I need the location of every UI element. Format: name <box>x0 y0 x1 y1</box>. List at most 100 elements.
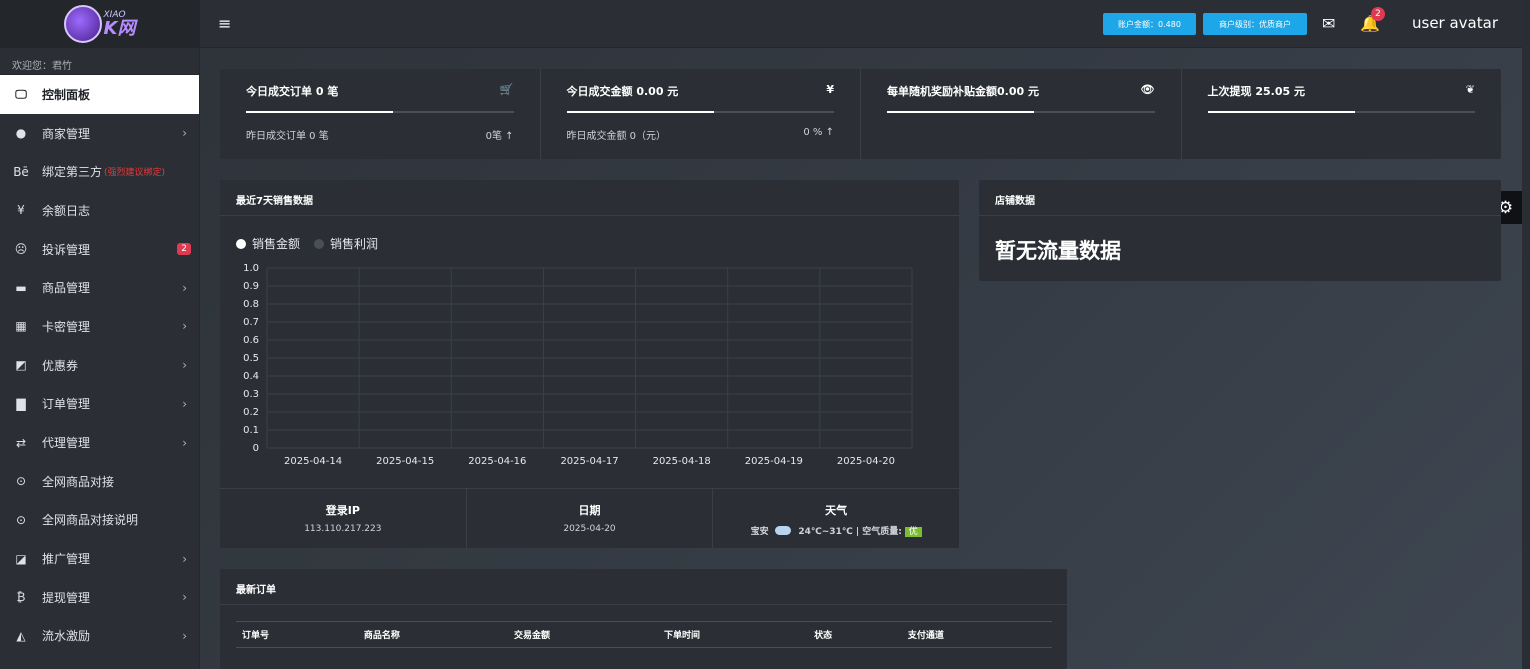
user-circle-icon: ● <box>15 126 27 141</box>
legend-item-sales-profit[interactable]: 销售利润 <box>314 235 378 252</box>
user-avatar[interactable]: user avatar <box>1412 14 1498 32</box>
sidebar-item-label: 全网商品对接说明 <box>42 513 139 528</box>
store-panel-title: 店铺数据 <box>979 180 1501 216</box>
envelope-icon[interactable]: ✉ <box>1322 14 1335 33</box>
chevron-right-icon: › <box>182 435 187 450</box>
orders-panel-title: 最新订单 <box>220 569 1067 605</box>
chevron-right-icon: › <box>182 590 187 605</box>
dot-circle-icon: ⊙ <box>15 474 27 489</box>
stat-progress-bar <box>1207 111 1475 113</box>
sidebar-item-9[interactable]: ⇄ 代理管理 › <box>0 423 199 462</box>
dot-circle-icon: ⊙ <box>15 512 27 527</box>
sidebar-item-label: 订单管理 <box>42 397 91 412</box>
column-header: 支付通道 <box>901 621 1052 648</box>
account-balance-button[interactable]: 账户金额：0.480 <box>1103 13 1196 35</box>
stat-title: 上次提现 25.05 元 <box>1207 85 1305 98</box>
sidebar-item-label: 绑定第三方 <box>42 165 103 180</box>
chevron-right-icon: › <box>182 628 187 643</box>
chevron-right-icon: › <box>182 280 187 295</box>
bar-chart-icon: ▇ <box>16 396 26 411</box>
stat-card-1: 今日成交金额 0.00 元 ¥ 昨日成交金额 0（元） 0 % ↑ <box>541 69 861 159</box>
x-tick-label: 2025-04-16 <box>468 456 526 467</box>
stats-row: 今日成交订单 0 笔 🛒 昨日成交订单 0 笔 0笔 ↑ 今日成交金额 0.00 元 ¥ 昨… <box>220 69 1501 159</box>
column-header: 状态 <box>808 621 902 648</box>
chevron-right-icon: › <box>182 319 187 334</box>
sidebar-item-10[interactable]: ⊙ 全网商品对接 <box>0 462 199 501</box>
logo[interactable]: XIAO K网 <box>0 0 199 48</box>
merchant-level-button[interactable]: 商户级别：优质商户 <box>1203 13 1307 35</box>
sidebar-menu: 🖵 控制面板 ● 商家管理 › Bē 绑定第三方 (强烈建议绑定) ¥ 余额日志 ☹ 投诉管理 2 ▬ 商品… <box>0 75 199 655</box>
shopping-bag-icon: ▬ <box>15 280 27 295</box>
sidebar-item-11[interactable]: ⊙ 全网商品对接说明 <box>0 501 199 540</box>
stat-title: 今日成交订单 0 笔 <box>246 85 339 98</box>
bitcoin-icon: ₿ <box>16 590 26 605</box>
sidebar-item-0[interactable]: 🖵 控制面板 <box>0 75 199 114</box>
grid-icon: ▦ <box>15 319 27 334</box>
sidebar-item-label: 优惠券 <box>42 358 79 373</box>
sidebar-item-label: 卡密管理 <box>42 319 91 334</box>
stat-progress-bar <box>246 111 514 113</box>
chevron-right-icon: › <box>182 396 187 411</box>
sidebar-item-label: 商家管理 <box>42 126 91 141</box>
stat-card-3: 上次提现 25.05 元 ❦ <box>1182 69 1502 159</box>
sidebar-item-7[interactable]: ◩ 优惠券 › <box>0 346 199 385</box>
sidebar-item-14[interactable]: ◭ 流水激励 › <box>0 617 199 656</box>
weather-label: 天气 <box>825 504 848 517</box>
y-tick-label: 0.5 <box>243 353 259 364</box>
x-tick-label: 2025-04-18 <box>653 456 711 467</box>
sidebar-item-4[interactable]: ☹ 投诉管理 2 <box>0 230 199 269</box>
date-value: 2025-04-20 <box>563 524 616 534</box>
y-tick-label: 0.9 <box>243 281 259 292</box>
sales-line-chart: 0 0.1 0.2 0.3 0.4 0.5 0.6 0.7 0.8 0.9 1.0 2025-04-1… <box>243 263 913 467</box>
date-label: 日期 <box>578 504 601 517</box>
cloud-icon <box>775 526 792 535</box>
y-tick-label: 0.4 <box>243 371 259 382</box>
stat-sub-right: 0 % ↑ <box>803 127 834 138</box>
stat-title: 今日成交金额 0.00 元 <box>566 85 679 98</box>
eye-icon: 👁 <box>1140 83 1155 96</box>
sales-panel-title: 最近7天销售数据 <box>220 180 959 216</box>
complaint-badge: 2 <box>177 243 191 256</box>
orders-panel: 最新订单 订单号 商品名称 交易金额 下单时间 状态 支付通道 <box>220 569 1067 669</box>
column-header: 交易金额 <box>507 621 659 648</box>
legend-item-sales-amount[interactable]: 销售金额 <box>236 235 300 252</box>
logo-big-text: K网 <box>103 17 136 39</box>
y-tick-label: 0 <box>253 443 259 454</box>
cart-icon: 🛒 <box>499 83 514 96</box>
login-ip-label: 登录IP <box>325 504 360 517</box>
sidebar: XIAO K网 欢迎您：君竹 🖵 控制面板 ● 商家管理 › Bē 绑定第三方 (强烈建议绑定… <box>0 0 200 669</box>
y-tick-label: 0.3 <box>243 389 259 400</box>
y-tick-label: 0.6 <box>243 335 259 346</box>
column-header: 下单时间 <box>658 621 809 648</box>
column-header: 商品名称 <box>357 621 508 648</box>
scrollbar[interactable] <box>1522 0 1530 669</box>
stat-sub-right: 0笔 ↑ <box>485 131 514 142</box>
chart-legend: 销售金额 销售利润 <box>236 235 378 252</box>
bind-recommend-note: (强烈建议绑定) <box>104 168 166 179</box>
orders-table-header: 订单号 商品名称 交易金额 下单时间 状态 支付通道 <box>236 621 1052 648</box>
sidebar-item-13[interactable]: ₿ 提现管理 › <box>0 578 199 617</box>
sidebar-item-5[interactable]: ▬ 商品管理 › <box>0 268 199 307</box>
sidebar-item-3[interactable]: ¥ 余额日志 <box>0 191 199 230</box>
sidebar-item-12[interactable]: ◪ 推广管理 › <box>0 539 199 578</box>
sidebar-item-8[interactable]: ▇ 订单管理 › <box>0 385 199 424</box>
yen-icon: ¥ <box>17 203 25 218</box>
sidebar-item-6[interactable]: ▦ 卡密管理 › <box>0 307 199 346</box>
stat-card-2: 每单随机奖励补贴金额0.00 元 👁 <box>861 69 1182 159</box>
sidebar-item-1[interactable]: ● 商家管理 › <box>0 114 199 153</box>
weather-cell: 天气 宝安 24℃~31℃ | 空气质量: 优 <box>713 489 959 548</box>
hamburger-menu-icon[interactable]: ≡ <box>218 14 231 33</box>
y-tick-label: 0.8 <box>243 299 259 310</box>
date-cell: 日期 2025-04-20 <box>467 489 714 548</box>
sidebar-item-2[interactable]: Bē 绑定第三方 (强烈建议绑定) <box>0 152 199 191</box>
exchange-icon: ⇄ <box>15 435 27 450</box>
welcome-text: 欢迎您：君竹 <box>0 48 199 75</box>
chevron-right-icon: › <box>182 358 187 373</box>
top-bar: ≡ 账户金额：0.480 商户级别：优质商户 ✉ 🔔 2 user avatar <box>200 0 1522 48</box>
column-header: 订单号 <box>236 621 358 648</box>
notification-badge: 2 <box>1371 7 1385 21</box>
coupon-icon: ◩ <box>15 358 27 373</box>
sidebar-item-label: 推广管理 <box>42 552 91 567</box>
yen-icon: ¥ <box>826 83 834 96</box>
weather-city: 宝安 <box>750 527 769 537</box>
